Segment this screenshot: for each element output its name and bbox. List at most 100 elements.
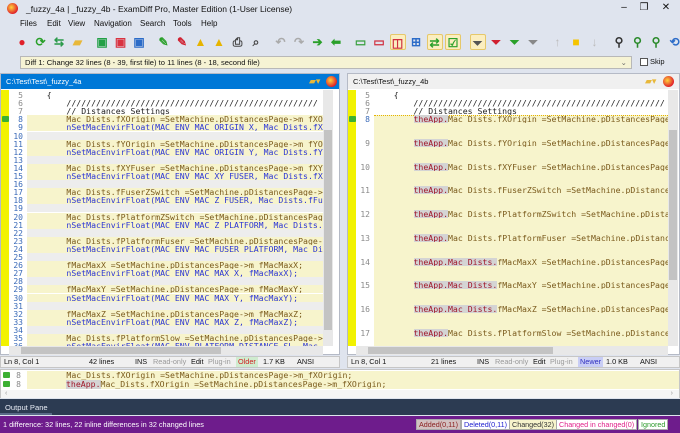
readonly-toggle[interactable]: Read-only <box>495 357 528 367</box>
minimize-button[interactable]: – <box>617 2 631 14</box>
edit-toggle[interactable]: Edit <box>191 357 204 367</box>
code-line <box>27 180 323 189</box>
right-vertical-scrollbar[interactable] <box>668 90 678 346</box>
code-text: Mac_Dists.fYOrigin =SetMachine.pDistance… <box>448 139 668 148</box>
app-icon <box>7 3 18 14</box>
deleted-legend: Deleted(0,11) <box>461 419 511 430</box>
filter-icon[interactable]: ⏷ <box>469 34 486 50</box>
code-line: ////////////////////////////////////////… <box>27 99 318 108</box>
output-pane-tab[interactable]: Output Pane <box>5 403 48 412</box>
refresh-icon[interactable]: ⟳ <box>33 34 49 50</box>
plugin-toggle[interactable]: Plug-in <box>550 357 573 367</box>
swap-files-icon[interactable]: ⇆ <box>51 34 67 50</box>
menu-navigation[interactable]: Navigation <box>94 19 132 28</box>
grid-view-icon[interactable]: ⊞ <box>408 34 424 50</box>
menu-files[interactable]: Files <box>20 19 37 28</box>
right-horizontal-scrollbar[interactable] <box>356 346 668 355</box>
code-line: nSetMacEnvirFloat(MAC_ENV_MAC_XY_FUSER, … <box>27 172 323 181</box>
find-icon[interactable]: ⚲ <box>611 34 627 50</box>
code-line <box>27 253 323 262</box>
code-line: // Distances Settings <box>27 107 170 116</box>
scroll-thumb[interactable] <box>324 130 332 330</box>
diff-selector[interactable]: Diff 1: Change 32 lines (8 - 39, first f… <box>20 56 632 69</box>
compare-icon[interactable] <box>663 76 674 87</box>
menu-tools[interactable]: Tools <box>173 19 192 28</box>
line-number: 8 <box>365 115 370 125</box>
code-text: Mac_Dists.fFuserZSwitch =SetMachine.pDis… <box>448 186 668 195</box>
line-number: 16 <box>360 304 370 314</box>
menu-help[interactable]: Help <box>201 19 217 28</box>
save-red-icon[interactable]: ▣ <box>113 34 129 50</box>
scroll-thumb[interactable] <box>669 130 677 280</box>
chevron-down-icon: ⌄ <box>620 58 627 67</box>
added-legend: Added(0,11) <box>416 419 462 430</box>
code-line: Mac_Dists.fXOrigin =SetMachine.pDistance… <box>27 115 323 124</box>
warning-save-icon[interactable]: ▲ <box>193 34 209 50</box>
filter-deleted-icon[interactable]: ⏷ <box>488 34 504 50</box>
maximize-button[interactable]: ❐ <box>637 2 651 14</box>
code-line: fMacMaxX =SetMachine.pDistancesPage->m_f… <box>27 261 323 270</box>
inline-diff: theApp. <box>413 233 449 242</box>
show-added-icon[interactable]: ▭ <box>353 34 369 50</box>
open-folder-icon[interactable]: ▰▾ <box>309 76 320 87</box>
line-count: 21 lines <box>431 357 457 366</box>
filter-changed-icon[interactable]: ⏷ <box>507 34 523 50</box>
plugin-toggle[interactable]: Plug-in <box>208 357 231 367</box>
code-text: fMacMaxY =SetMachine.pDistancesPage->m_f… <box>497 281 668 290</box>
menu-view[interactable]: View <box>68 19 85 28</box>
left-vertical-scrollbar[interactable] <box>323 90 333 346</box>
left-horizontal-scrollbar[interactable] <box>9 346 323 355</box>
open-folder-icon[interactable]: ▰ <box>70 34 86 50</box>
scroll-thumb[interactable] <box>368 347 553 354</box>
save-icon[interactable]: ▣ <box>94 34 110 50</box>
cursor-position: Ln 8, Col 1 <box>351 357 387 366</box>
show-changed-icon[interactable]: ◫ <box>389 34 406 50</box>
code-text: Mac_Dists.fPlatformZSwitch =SetMachine.p… <box>448 210 668 219</box>
close-button[interactable]: ✕ <box>659 2 673 14</box>
scroll-thumb[interactable] <box>21 347 221 354</box>
next-diff-icon[interactable]: ↓ <box>587 34 603 50</box>
output-pane[interactable]: Output Pane <box>0 399 680 415</box>
edit-right-icon[interactable]: ✎ <box>174 34 190 50</box>
readonly-toggle[interactable]: Read-only <box>153 357 186 367</box>
open-compare-icon[interactable]: ● <box>14 34 30 50</box>
redo-icon[interactable]: ↷ <box>291 34 307 50</box>
inline-diff: theApp.Mac_Dists. <box>413 257 498 266</box>
print-icon[interactable]: ⎙ <box>230 34 246 50</box>
sync-icon[interactable]: ⟲ <box>667 34 680 50</box>
edit-left-icon[interactable]: ✎ <box>156 34 172 50</box>
inline-diff: theApp. <box>413 328 449 337</box>
filter-search-icon[interactable]: ⏷ <box>525 34 541 50</box>
copy-right-icon[interactable]: ➔ <box>310 34 326 50</box>
sync-view-icon[interactable]: ⇄ <box>426 34 443 50</box>
inline-diff: theApp. <box>413 115 449 124</box>
save-all-icon[interactable]: ▣ <box>131 34 147 50</box>
show-deleted-icon[interactable]: ▭ <box>371 34 387 50</box>
find-prev-icon[interactable]: ⚲ <box>648 34 664 50</box>
copy-left-icon[interactable]: ⬅ <box>328 34 344 50</box>
warning-save-all-icon[interactable]: ▲ <box>211 34 227 50</box>
find-next-icon[interactable]: ⚲ <box>630 34 646 50</box>
menu-edit[interactable]: Edit <box>47 19 61 28</box>
current-diff-icon[interactable]: ■ <box>568 34 584 50</box>
left-code-area[interactable]: 5 {6 ///////////////////////////////////… <box>9 91 323 347</box>
compare-horizontal-scrollbar[interactable]: ‹ › <box>1 390 679 398</box>
cursor-position: Ln 8, Col 1 <box>4 357 40 366</box>
skip-checkbox[interactable] <box>640 58 648 66</box>
checkbox-view-icon[interactable]: ☑ <box>445 34 461 50</box>
inline-diff: theApp.Mac_Dists. <box>413 304 498 313</box>
compare-icon[interactable] <box>326 76 337 87</box>
code-line: theApp.Mac_Dists.fMacMaxZ =SetMachine.pD… <box>374 304 668 313</box>
edit-toggle[interactable]: Edit <box>533 357 546 367</box>
open-folder-icon[interactable]: ▰▾ <box>645 76 656 87</box>
line-compare-pane: 8 8 Mac_Dists.fXOrigin =SetMachine.pDist… <box>0 369 680 398</box>
right-file-path: C:\Test\Test\_fuzzy_4b <box>348 74 679 89</box>
undo-icon[interactable]: ↶ <box>273 34 289 50</box>
print-preview-icon[interactable]: ⌕ <box>248 34 264 50</box>
left-file-pane: C:\Test\Test\_fuzzy_4a ▰▾ 5 {6 /////////… <box>0 73 340 355</box>
title-bar: _fuzzy_4a | _fuzzy_4b - ExamDiff Pro, Ma… <box>0 0 680 17</box>
menu-search[interactable]: Search <box>140 19 165 28</box>
prev-diff-icon[interactable]: ↑ <box>550 34 566 50</box>
compare-line-second: theApp.Mac_Dists.fXOrigin =SetMachine.pD… <box>27 380 679 389</box>
right-code-area[interactable]: 5 {6 ///////////////////////////////////… <box>356 91 668 346</box>
